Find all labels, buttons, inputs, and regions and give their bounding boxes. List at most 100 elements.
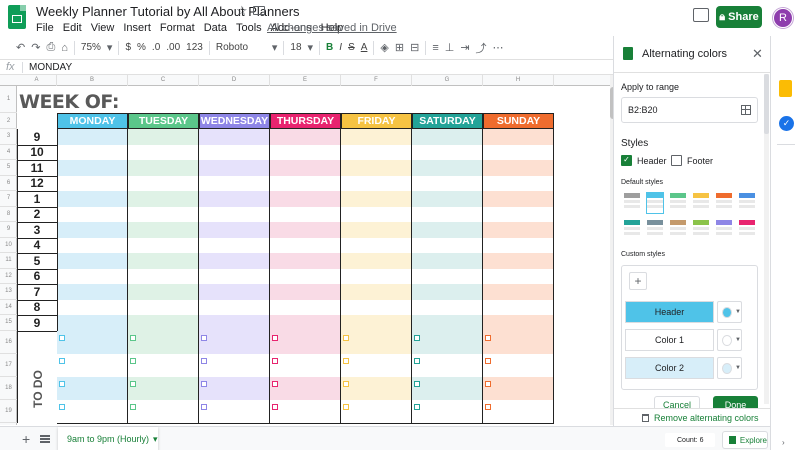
hour-label[interactable]: 9	[17, 315, 57, 331]
planner-cell[interactable]	[412, 175, 483, 191]
row-header-17[interactable]: 17	[0, 354, 17, 377]
text-rotation-icon[interactable]: ⤴	[476, 40, 487, 56]
todo-cell[interactable]	[199, 376, 270, 400]
all-sheets-icon[interactable]	[40, 435, 50, 443]
planner-cell[interactable]	[483, 237, 554, 253]
column-header-h[interactable]: H	[483, 75, 554, 86]
hour-label[interactable]: 4	[17, 238, 57, 254]
column-header-e[interactable]: E	[270, 75, 341, 86]
planner-cell[interactable]	[270, 237, 341, 253]
row-header-11[interactable]: 11	[0, 253, 17, 269]
planner-cell[interactable]	[483, 191, 554, 207]
day-header-saturday[interactable]: SATURDAY	[412, 113, 483, 129]
todo-cell[interactable]	[270, 353, 341, 377]
planner-cell[interactable]	[128, 129, 199, 145]
todo-checkbox[interactable]	[272, 403, 278, 410]
planner-cell[interactable]	[341, 268, 412, 284]
row-header-16[interactable]: 16	[0, 331, 17, 354]
planner-cell[interactable]	[270, 160, 341, 176]
add-custom-style-button[interactable]: +	[629, 272, 647, 290]
horizontal-align-icon[interactable]: ≡	[432, 42, 438, 54]
planner-cell[interactable]	[483, 253, 554, 269]
row-header-5[interactable]: 5	[0, 160, 17, 176]
planner-cell[interactable]	[412, 253, 483, 269]
todo-cell[interactable]	[412, 330, 483, 354]
todo-cell[interactable]	[483, 399, 554, 423]
increase-decimal-button[interactable]: .00	[166, 42, 180, 53]
todo-checkbox[interactable]	[130, 403, 136, 410]
hour-label[interactable]: 12	[17, 176, 57, 192]
hour-label[interactable]: 5	[17, 253, 57, 269]
todo-checkbox[interactable]	[414, 380, 420, 387]
todo-checkbox[interactable]	[414, 334, 420, 341]
planner-cell[interactable]	[412, 284, 483, 300]
todo-checkbox[interactable]	[130, 380, 136, 387]
percent-format-button[interactable]: %	[137, 42, 146, 53]
planner-cell[interactable]	[483, 144, 554, 160]
planner-cell[interactable]	[199, 191, 270, 207]
planner-cell[interactable]	[199, 268, 270, 284]
planner-cell[interactable]	[412, 206, 483, 222]
day-header-wednesday[interactable]: WEDNESDAY	[199, 113, 270, 129]
row-header-3[interactable]: 3	[0, 129, 17, 145]
column-header-d[interactable]: D	[199, 75, 270, 86]
borders-icon[interactable]: ⊞	[395, 41, 404, 54]
todo-checkbox[interactable]	[414, 403, 420, 410]
chevron-right-icon[interactable]: ›	[782, 438, 785, 447]
row-header-19[interactable]: 19	[0, 400, 17, 423]
planner-cell[interactable]	[199, 206, 270, 222]
todo-cell[interactable]	[483, 353, 554, 377]
planner-cell[interactable]	[341, 144, 412, 160]
menu-tools[interactable]: Tools	[236, 22, 262, 34]
planner-cell[interactable]	[341, 299, 412, 315]
planner-cell[interactable]	[270, 191, 341, 207]
todo-cell[interactable]	[341, 330, 412, 354]
default-style-swatch[interactable]	[646, 219, 664, 241]
planner-cell[interactable]	[483, 206, 554, 222]
column-header-a[interactable]: A	[17, 75, 57, 86]
hour-label[interactable]: 9	[17, 129, 57, 145]
header-checkbox[interactable]: ✓	[621, 155, 632, 166]
planner-cell[interactable]	[57, 222, 128, 238]
todo-checkbox[interactable]	[485, 380, 491, 387]
todo-cell[interactable]	[199, 399, 270, 423]
column-header-c[interactable]: C	[128, 75, 199, 86]
todo-checkbox[interactable]	[343, 334, 349, 341]
todo-checkbox[interactable]	[343, 380, 349, 387]
planner-cell[interactable]	[341, 284, 412, 300]
todo-cell[interactable]	[412, 353, 483, 377]
hour-label[interactable]: 2	[17, 207, 57, 223]
planner-cell[interactable]	[341, 253, 412, 269]
sheet-tab[interactable]: 9am to 9pm (Hourly) ▾	[58, 427, 158, 450]
row-header-10[interactable]: 10	[0, 238, 17, 253]
custom-color1-row[interactable]: Color 1	[625, 329, 714, 351]
paint-format-icon[interactable]: ⌂	[61, 42, 68, 54]
todo-cell[interactable]	[128, 330, 199, 354]
vertical-align-icon[interactable]: ⊥	[445, 41, 455, 54]
planner-cell[interactable]	[128, 315, 199, 331]
planner-cell[interactable]	[412, 129, 483, 145]
planner-cell[interactable]	[199, 222, 270, 238]
default-style-swatch[interactable]	[738, 192, 756, 214]
planner-cell[interactable]	[128, 160, 199, 176]
planner-cell[interactable]	[483, 268, 554, 284]
planner-cell[interactable]	[57, 237, 128, 253]
planner-cell[interactable]	[57, 315, 128, 331]
redo-icon[interactable]: ↷	[31, 41, 40, 54]
planner-cell[interactable]	[412, 299, 483, 315]
row-header-13[interactable]: 13	[0, 284, 17, 300]
planner-cell[interactable]	[199, 284, 270, 300]
default-style-swatch[interactable]	[623, 192, 641, 214]
selection-count[interactable]: Count: 6	[665, 433, 715, 447]
planner-cell[interactable]	[270, 144, 341, 160]
planner-cell[interactable]	[483, 160, 554, 176]
planner-cell[interactable]	[270, 175, 341, 191]
fill-color-icon[interactable]: ◈	[380, 41, 388, 54]
todo-cell[interactable]	[199, 330, 270, 354]
planner-cell[interactable]	[128, 206, 199, 222]
planner-cell[interactable]	[270, 299, 341, 315]
hour-label[interactable]: 3	[17, 222, 57, 238]
close-icon[interactable]: ✕	[752, 46, 763, 62]
chevron-down-icon[interactable]: ▾	[107, 41, 113, 54]
chevron-down-icon[interactable]: ▾	[308, 41, 314, 54]
